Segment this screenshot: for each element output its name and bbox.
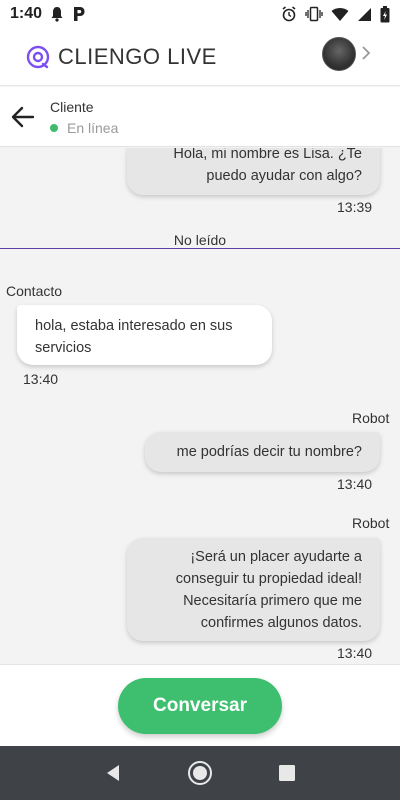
message-line: Hola, mi nombre es Lisa. ¿Te (173, 148, 362, 162)
message-line: puedo ayudar con algo? (206, 168, 362, 184)
recents-square-icon[interactable] (272, 758, 302, 788)
avatar[interactable] (322, 37, 356, 71)
unread-divider (0, 248, 400, 249)
message-line: conseguir tu propiedad ideal! (175, 571, 362, 587)
message-sender: Robot (352, 515, 390, 531)
screen: 1:40 CLIENGO LIVE Cliente En línea Hola,… (0, 0, 400, 800)
notification-bell-icon (50, 6, 64, 22)
message-line: me podrías decir tu nombre? (176, 444, 362, 460)
footer: Conversar (0, 664, 400, 746)
chevron-right-icon[interactable] (360, 44, 372, 67)
message-time: 13:40 (337, 476, 373, 492)
chat-area[interactable]: Hola, mi nombre es Lisa. ¿Te puedo ayuda… (0, 148, 400, 664)
battery-icon (380, 5, 390, 23)
message-line: servicios (35, 340, 92, 356)
message-time: 13:40 (23, 371, 59, 387)
contact-bar: Cliente En línea (0, 87, 400, 147)
converse-button[interactable]: Conversar (118, 678, 282, 734)
app-header: CLIENGO LIVE (0, 28, 400, 86)
message-bubble[interactable]: ¡Será un placer ayudarte a conseguir tu … (127, 538, 380, 641)
unread-label: No leído (173, 232, 227, 248)
message-bubble[interactable]: hola, estaba interesado en sus servicios (17, 305, 272, 365)
nav-bar (0, 746, 400, 800)
wifi-icon (331, 7, 349, 22)
message-line: confirmes algunos datos. (200, 615, 362, 631)
status-time: 1:40 (10, 5, 43, 22)
signal-icon (357, 7, 372, 22)
message-line: hola, estaba interesado en sus (35, 318, 233, 334)
parking-p-icon (72, 6, 86, 22)
message-time: 13:40 (337, 645, 373, 661)
contact-status-label: En línea (67, 120, 119, 136)
back-arrow-icon[interactable] (10, 104, 36, 130)
message-sender: Contacto (6, 283, 63, 299)
message-bubble[interactable]: Hola, mi nombre es Lisa. ¿Te puedo ayuda… (127, 148, 380, 195)
app-title: CLIENGO LIVE (58, 43, 217, 69)
vibrate-icon (305, 6, 323, 22)
contact-status: En línea (50, 120, 118, 136)
message-bubble[interactable]: me podrías decir tu nombre? (145, 432, 380, 472)
contact-name: Cliente (50, 99, 94, 115)
message-sender: Robot (352, 410, 390, 426)
online-status-dot-icon (50, 124, 58, 132)
back-triangle-icon[interactable] (98, 758, 128, 788)
alarm-icon (281, 6, 297, 22)
message-line: Necesitaría primero que me (183, 593, 362, 609)
home-circle-icon[interactable] (185, 758, 215, 788)
cliengo-logo-icon (26, 45, 50, 69)
message-line: ¡Será un placer ayudarte a (190, 549, 362, 565)
message-time: 13:39 (337, 199, 373, 215)
status-bar: 1:40 (0, 0, 400, 28)
